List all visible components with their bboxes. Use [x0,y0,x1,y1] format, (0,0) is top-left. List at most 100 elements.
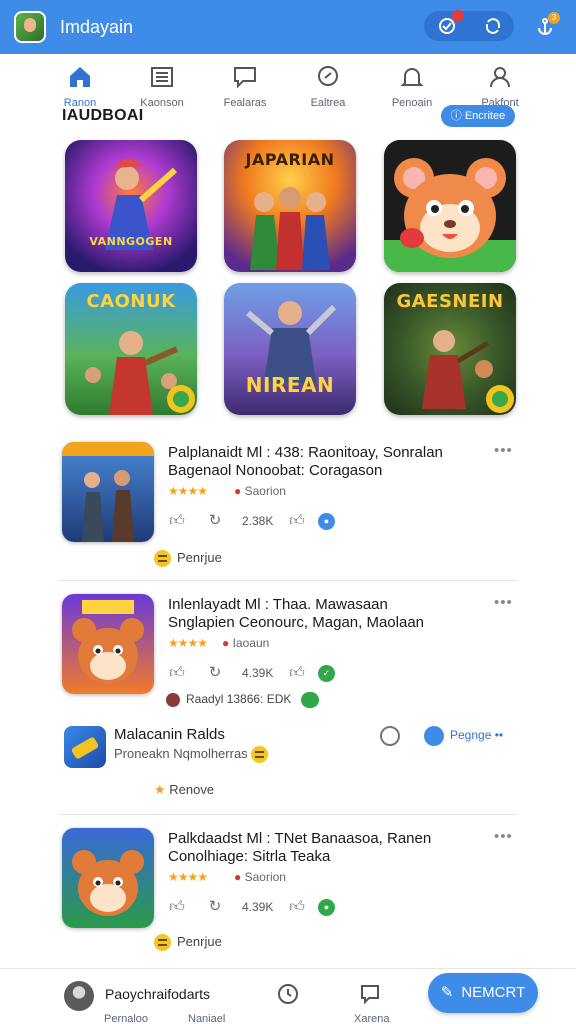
app-title: Imdayain [60,17,134,37]
post-actions-3: 👍︎ ↻ 4.39K 👍︎ ● [168,898,468,918]
mini-post-icon [64,726,106,768]
bear-hero-icon [72,850,144,916]
thumb-icon[interactable]: 👍︎ [288,512,306,530]
post-thumbnail-1[interactable] [62,442,154,542]
squad-art-icon [62,442,154,542]
like-icon[interactable]: 👍︎ [168,898,186,916]
rating-text-2: ● Iaoaun [222,636,269,650]
battery-art-icon [71,737,99,759]
like-icon[interactable]: 👍︎ [168,664,186,682]
chat-icon [234,67,256,89]
section-action-button[interactable]: ⓘ Encritee [441,105,515,127]
more-options-icon[interactable]: ••• [494,594,513,611]
sync-icon[interactable] [480,13,506,39]
bottom-label-3: Xarena [354,1013,390,1024]
thumb-icon[interactable]: 👍︎ [288,664,306,682]
app-logo[interactable] [14,11,46,43]
share-icon[interactable]: ↻ [206,512,224,530]
tab-home[interactable]: Ranon [40,54,120,114]
info-icon: ⓘ [450,110,465,122]
game-tile-3[interactable] [384,140,516,272]
tab-chat[interactable]: Fealaras [205,54,285,114]
check-green-icon[interactable]: ✓ [318,665,335,682]
tab-search[interactable]: Ealtrea [288,54,368,114]
home-icon [70,67,90,87]
tile-caption-1: VANNGOGEN [89,235,173,248]
tab-alerts-label: Penoain [391,97,433,109]
like-count-1: 2.38K [242,514,274,528]
check-green-icon[interactable]: ● [318,899,335,916]
rating-label-3: Saorion [244,870,286,884]
rating-stars-1: ★★★★ [168,484,208,498]
clock-icon[interactable] [276,983,300,1007]
pen-icon: ✎ [440,984,454,1001]
mini-post-footer-label: Renove [169,782,215,797]
post-meta-2: Raadyl 13866: EDK [166,692,319,708]
follow-button[interactable]: Pegnge •• [424,724,520,746]
tile-caption-4: CAONUK [86,291,176,312]
rating-stars-2: ★★★★ [168,636,208,650]
section-action-label: Encritee [464,110,506,122]
share-icon[interactable]: ↻ [206,664,224,682]
post-subtitle-1: Bagenaol Nonoobat: Coragason [168,462,383,479]
tile-caption-5: NIREAN [245,373,335,397]
post-title-1: Palplanaidt Ml : 438: Raonitoay, Sonrala… [168,444,443,461]
rating-text-3: ● Saorion [234,870,286,884]
post-thumbnail-2[interactable] [62,594,154,694]
list-icon [151,67,173,87]
divider [58,580,518,581]
game-tile-1[interactable]: VANNGOGEN [65,140,197,272]
tab-list[interactable]: Kaonson [122,54,202,114]
post-footer-label-3: Penrjue [177,934,222,949]
smile-emoji-icon [154,934,171,952]
feed-post-1[interactable]: Palplanaidt Ml : 438: Raonitoay, Sonrala… [62,442,522,572]
badge-blue-icon[interactable]: ● [318,513,335,530]
like-count-2: 4.39K [242,666,274,680]
thumb-icon[interactable]: 👍︎ [288,898,306,916]
link-green-icon[interactable] [300,692,319,708]
bear-mascot-icon [72,600,144,684]
more-options-icon[interactable]: ••• [494,828,513,845]
message-icon[interactable] [358,983,382,1007]
heart-icon: ● [222,636,233,650]
more-dots-icon: •• [491,728,504,742]
post-footer-1[interactable]: Penrjue [154,550,222,568]
tab-alerts[interactable]: Penoain [372,54,452,114]
search-icon [318,66,338,86]
share-icon[interactable]: ↻ [206,898,224,916]
section-title: IAUDBOAI [62,107,144,124]
feed-post-3[interactable]: Palkdaadst Ml : TNet Banaasoa, Ranen Con… [62,828,522,958]
avatar-small [166,693,180,707]
mini-post[interactable]: Malacanin Ralds Proneakn Nqmolherras Peg… [62,724,522,804]
mini-post-footer[interactable]: ★ Renove [154,782,214,798]
heart-icon: ● [234,870,245,884]
feed-post-2[interactable]: Inlenlayadt Ml : Thaa. Mawasaan Snglapie… [62,594,522,714]
post-footer-3[interactable]: Penrjue [154,934,222,952]
follow-label: Pegnge [450,728,492,742]
game-tile-2[interactable]: JAPARIAN [224,140,356,272]
count-badge: 3 [548,12,560,24]
rating-stars-3: ★★★★ [168,870,208,884]
bottom-label-1: Pernaloo [104,1013,149,1024]
game-tile-6[interactable]: GAESNEIN [384,283,516,415]
post-thumbnail-3[interactable] [62,828,154,928]
post-meta-text-2: Raadyl 13866: EDK [186,692,292,707]
game-tile-5[interactable]: NIREAN [224,283,356,415]
tile-caption-6: GAESNEIN [396,291,504,312]
more-options-icon[interactable]: ••• [494,442,513,459]
clock-icon[interactable] [380,726,400,746]
primary-action-label: NEMCRT [461,984,526,1001]
post-actions-1: 👍︎ ↻ 2.38K 👍︎ ● [168,512,468,532]
avatar[interactable] [64,981,94,1011]
mouse-mascot-icon [384,158,516,272]
like-icon[interactable]: 👍︎ [168,512,186,530]
post-title-3: Palkdaadst Ml : TNet Banaasoa, Ranen [168,830,432,847]
rating-text-1: ● Saorion [234,484,286,498]
bell-icon [400,68,424,86]
mini-post-subtitle: Proneakn Nqmolherras [114,746,274,764]
tab-search-label: Ealtrea [310,97,346,109]
rating-label-2: Iaoaun [232,636,270,650]
heart-icon: ● [234,484,245,498]
primary-action-button[interactable]: ✎ NEMCRT [428,973,538,1013]
game-tile-4[interactable]: CAONUK [65,283,197,415]
